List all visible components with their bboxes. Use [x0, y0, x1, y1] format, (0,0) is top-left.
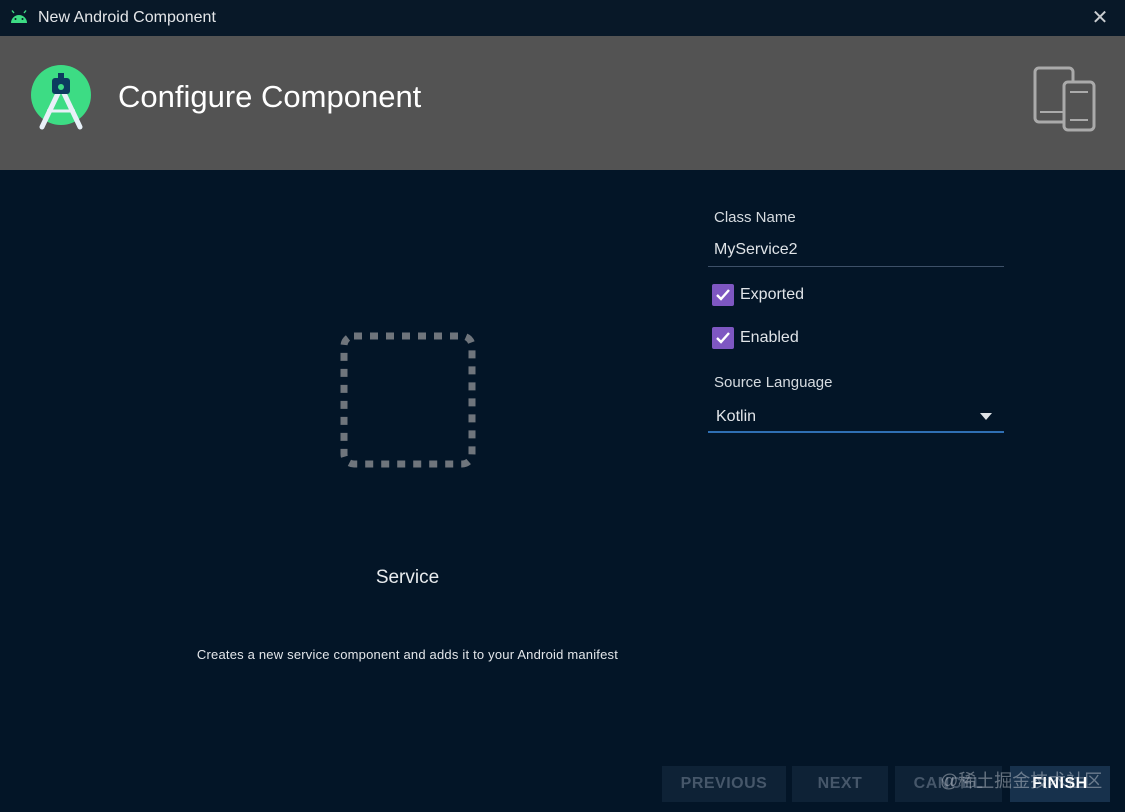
source-language-select[interactable]: Kotlin	[708, 401, 1004, 433]
android-studio-logo-icon	[31, 65, 91, 130]
class-name-input[interactable]	[708, 234, 1004, 267]
page-title: Configure Component	[118, 79, 422, 114]
window-title: New Android Component	[38, 9, 216, 26]
source-language-label: Source Language	[714, 374, 833, 391]
enabled-checkbox[interactable]: Enabled	[712, 327, 799, 349]
devices-icon	[1033, 66, 1096, 132]
watermark: @稀土掘金技术社区	[940, 771, 1103, 791]
check-icon[interactable]	[712, 284, 734, 306]
dropdown-caret-icon	[980, 413, 992, 420]
component-name: Service	[375, 567, 440, 588]
check-icon[interactable]	[712, 327, 734, 349]
exported-checkbox[interactable]: Exported	[712, 284, 804, 306]
enabled-label: Enabled	[740, 329, 799, 346]
previous-button[interactable]: PREVIOUS	[662, 766, 786, 802]
android-icon	[11, 10, 27, 23]
close-icon[interactable]: ✕	[1089, 7, 1111, 29]
source-language-value: Kotlin	[716, 408, 757, 425]
class-name-label: Class Name	[714, 209, 796, 226]
title-bar: New Android Component ✕	[0, 0, 1125, 36]
header-banner: Configure Component	[0, 36, 1125, 170]
component-description: Creates a new service component and adds…	[196, 647, 619, 662]
exported-label: Exported	[740, 286, 805, 303]
service-placeholder-icon	[340, 332, 476, 468]
next-button[interactable]: NEXT	[792, 766, 888, 802]
